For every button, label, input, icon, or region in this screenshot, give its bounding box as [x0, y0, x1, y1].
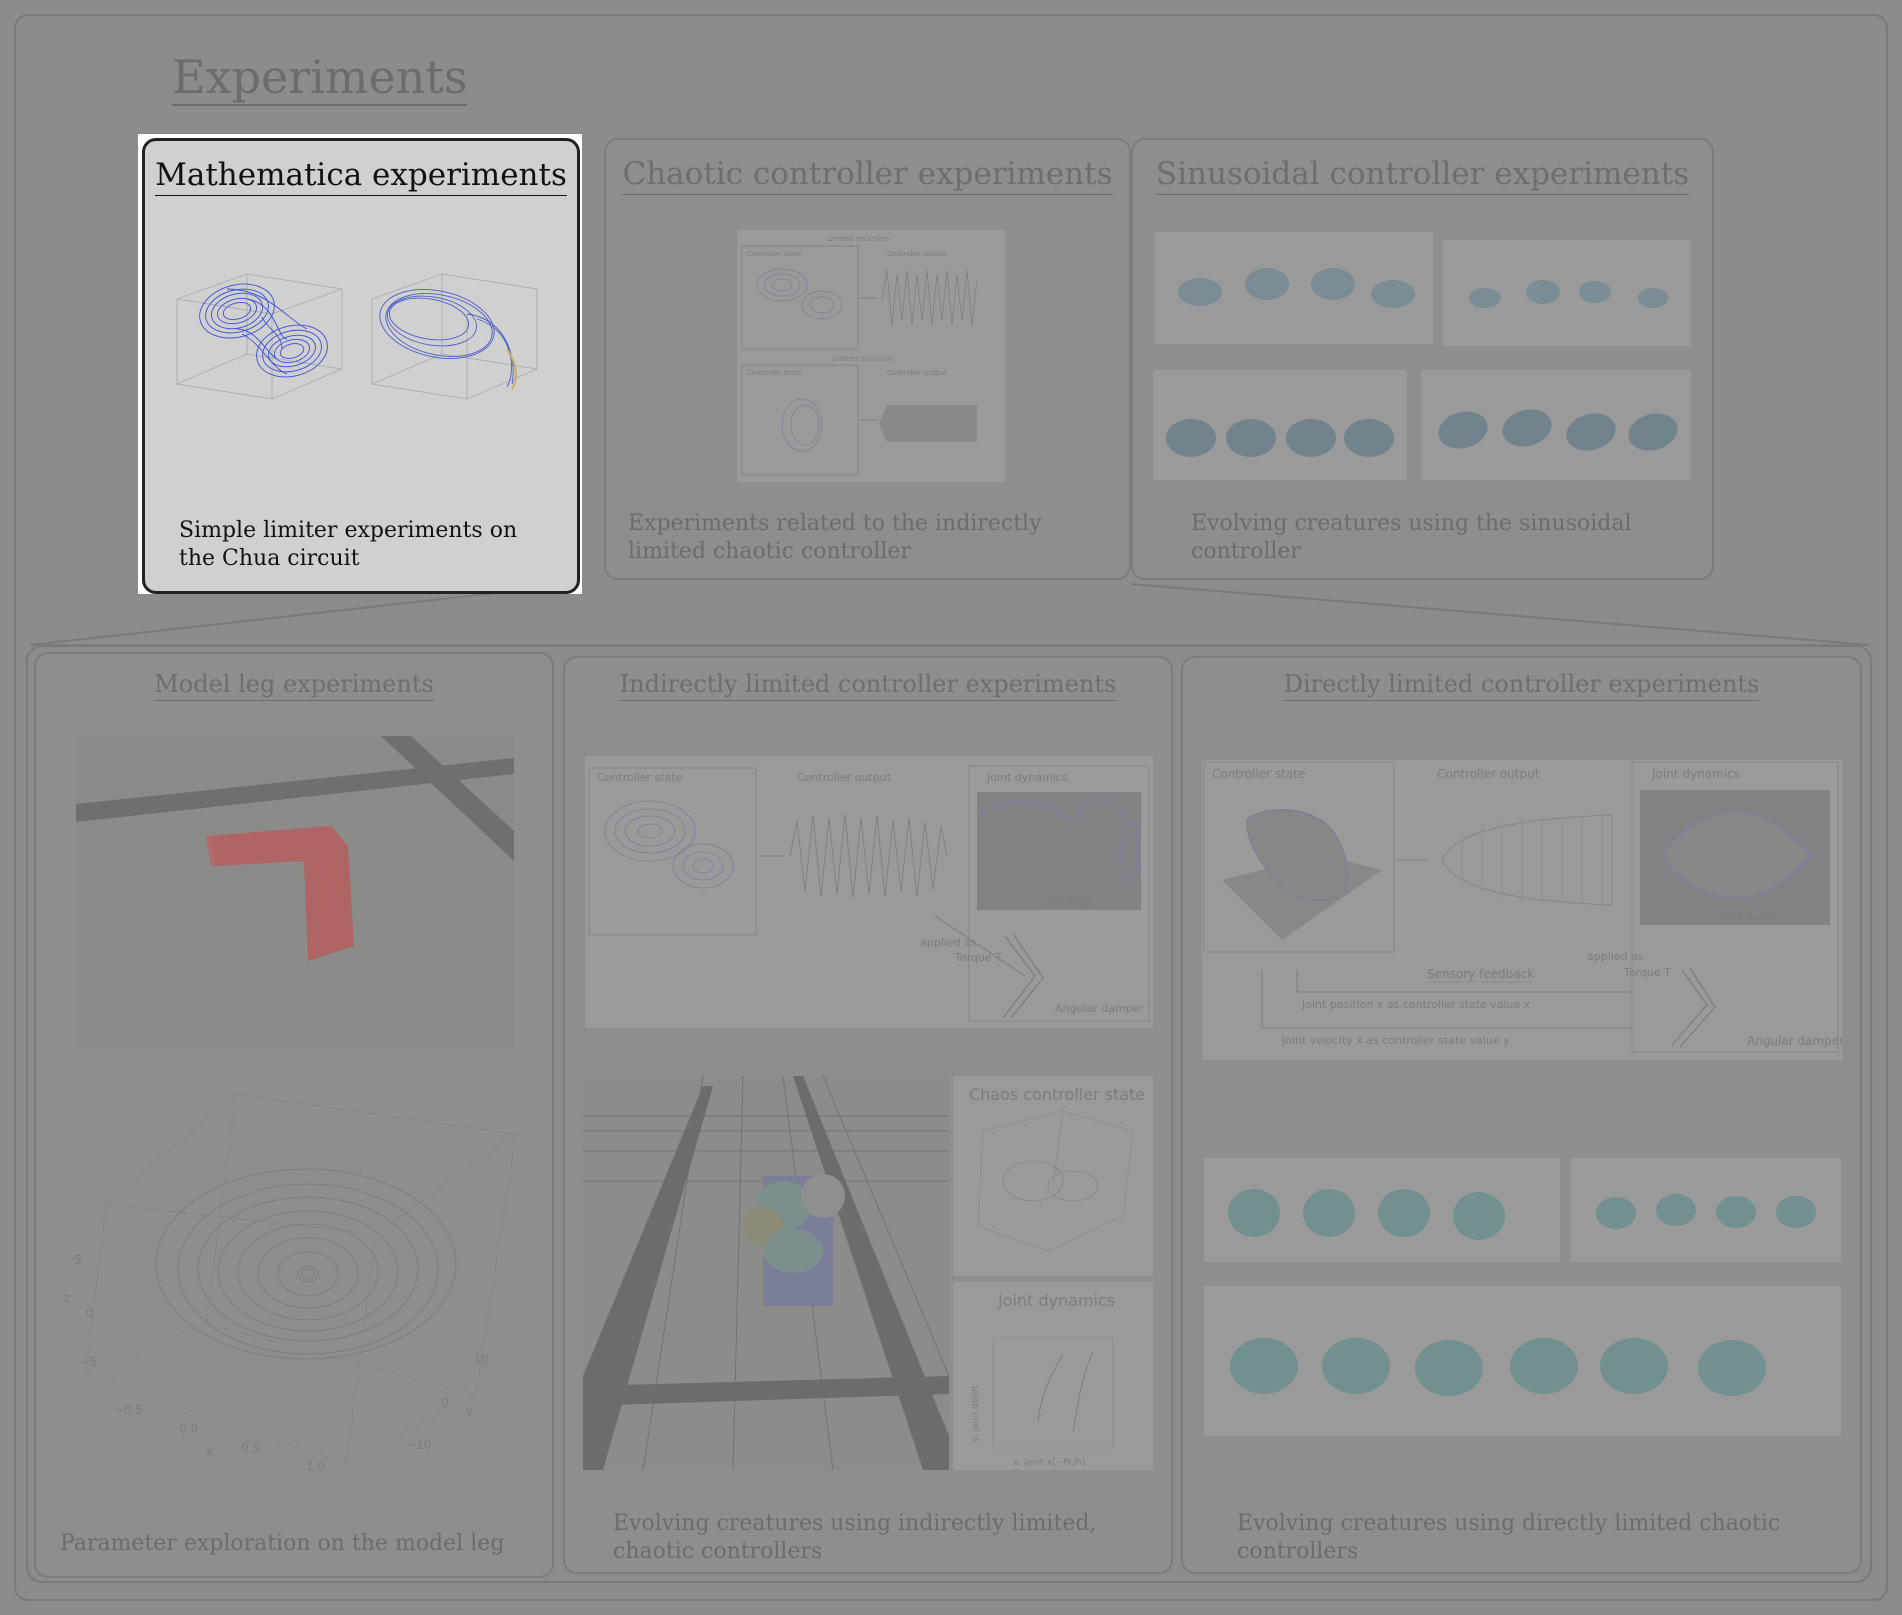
z-tick-0: 5	[74, 1253, 82, 1267]
chaotic-label-output-1: Controller output	[887, 250, 947, 258]
indirect-joint-dyn-title: Joint dynamics	[997, 1291, 1115, 1310]
sinusoidal-panel[interactable]: Sinusoidal controller experiments Evolvi…	[1131, 138, 1714, 580]
direct-label-state: Controller state	[1212, 767, 1305, 781]
direct-label-vel: Joint velocity ẋ as controller state val…	[1281, 1034, 1510, 1047]
z-tick-2: −5	[80, 1355, 98, 1369]
x-axis-label: x	[206, 1445, 213, 1459]
direct-label-joint: Joint dynamics	[1651, 767, 1740, 781]
indirect-label-limits: Joint limits	[1044, 899, 1093, 909]
direct-label-pos: Joint position x as controller state val…	[1301, 998, 1531, 1011]
x-tick-2: 0.5	[241, 1441, 260, 1455]
indirect-render	[583, 1076, 949, 1470]
model-leg-render	[76, 736, 514, 1048]
chaotic-label-output-2: Controller output	[887, 369, 947, 377]
indirect-panel[interactable]: Indirectly limited controller experiment…	[563, 656, 1173, 1574]
chaotic-title: Chaotic controller experiments	[606, 156, 1129, 195]
direct-label-limits: Joint limits	[1721, 912, 1775, 923]
indirect-chaos-state-title: Chaos controller state	[969, 1085, 1145, 1104]
chaotic-panel[interactable]: Chaotic controller experiments Limited e…	[604, 138, 1131, 580]
indirect-caption: Evolving creatures using indirectly limi…	[613, 1511, 1097, 1564]
chaotic-label-top: Limited excursion	[827, 235, 889, 243]
direct-label-applied: applied as	[1587, 950, 1644, 963]
indirect-label-state: Controller state	[597, 771, 683, 784]
mathematica-caption: Simple limiter experiments on the Chua c…	[179, 518, 518, 571]
x-tick-0: −0.5	[114, 1403, 143, 1417]
indirect-title: Indirectly limited controller experiment…	[565, 670, 1171, 701]
direct-label-output: Controller output	[1437, 767, 1540, 781]
y-axis-label: y	[466, 1403, 473, 1417]
chaotic-label-state-2: Controller state	[747, 369, 801, 377]
direct-diagram: Controller state Controller output Joint…	[1202, 760, 1842, 1060]
direct-panel[interactable]: Directly limited controller experiments …	[1181, 656, 1862, 1574]
direct-caption: Evolving creatures using directly limite…	[1237, 1511, 1781, 1564]
direct-label-damper: Angular damper	[1747, 1034, 1842, 1048]
chua-attractor-plots	[176, 273, 538, 400]
direct-label-sensory: Sensory feedback	[1427, 967, 1534, 981]
direct-label-torque: Torque T	[1623, 966, 1671, 979]
indirect-y-axis: y: joint dθ/dt	[971, 1385, 981, 1442]
chaotic-label-mid: Limited excursion	[832, 355, 894, 363]
chaotic-figure: Limited excursion Controller state Contr…	[737, 230, 1005, 482]
sinusoidal-title: Sinusoidal controller experiments	[1133, 156, 1712, 195]
sinusoidal-img-2	[1443, 240, 1691, 346]
sinusoidal-img-3	[1153, 370, 1407, 480]
sinusoidal-caption: Evolving creatures using the sinusoidal …	[1191, 511, 1632, 564]
y-tick-2: −10	[406, 1438, 431, 1452]
direct-title: Directly limited controller experiments	[1183, 670, 1860, 701]
chaotic-caption: Experiments related to the indirectly li…	[628, 511, 1042, 564]
indirect-label-joint: Joint dynamics	[986, 771, 1068, 784]
indirect-label-torque: Torque T	[954, 951, 1002, 964]
y-tick-0: 10	[474, 1353, 489, 1367]
direct-img-1	[1204, 1158, 1560, 1262]
x-tick-3: 1.0	[306, 1459, 325, 1473]
model-leg-caption: Parameter exploration on the model leg	[60, 1531, 505, 1556]
model-leg-plot: 5 0 −5 z −0.5 0.0 0.5 1.0 x 10 0 −10 y	[64, 1093, 517, 1473]
model-leg-title: Model leg experiments	[36, 670, 552, 701]
chaotic-label-state-1: Controller state	[747, 250, 801, 258]
direct-img-3	[1204, 1286, 1841, 1436]
x-tick-1: 0.0	[179, 1422, 198, 1436]
mathematica-title: Mathematica experiments	[145, 157, 577, 196]
direct-img-2	[1571, 1158, 1841, 1262]
model-leg-panel[interactable]: Model leg experiments 5 0 −5 z −0.5 0.0 …	[34, 652, 554, 1578]
sinusoidal-img-1	[1155, 232, 1433, 344]
indirect-x-axis: x: joint x[−Pi,Pi]	[1013, 1458, 1085, 1468]
z-axis-label: z	[64, 1291, 70, 1305]
z-tick-1: 0	[86, 1306, 94, 1320]
mathematica-panel[interactable]: Mathematica experiments Simple limiter e…	[142, 138, 580, 594]
indirect-label-output: Controller output	[797, 771, 892, 784]
sinusoidal-img-4	[1421, 370, 1691, 480]
indirect-joint-dynamics: Joint dynamics y: joint dθ/dt x: joint x…	[953, 1282, 1153, 1470]
indirect-diagram: Controller state Controller output Joint…	[585, 756, 1153, 1028]
y-tick-1: 0	[441, 1396, 449, 1410]
page-title: Experiments	[172, 50, 468, 106]
indirect-label-damper: Angular damper	[1055, 1002, 1144, 1015]
indirect-chaos-state: Chaos controller state	[953, 1076, 1153, 1276]
